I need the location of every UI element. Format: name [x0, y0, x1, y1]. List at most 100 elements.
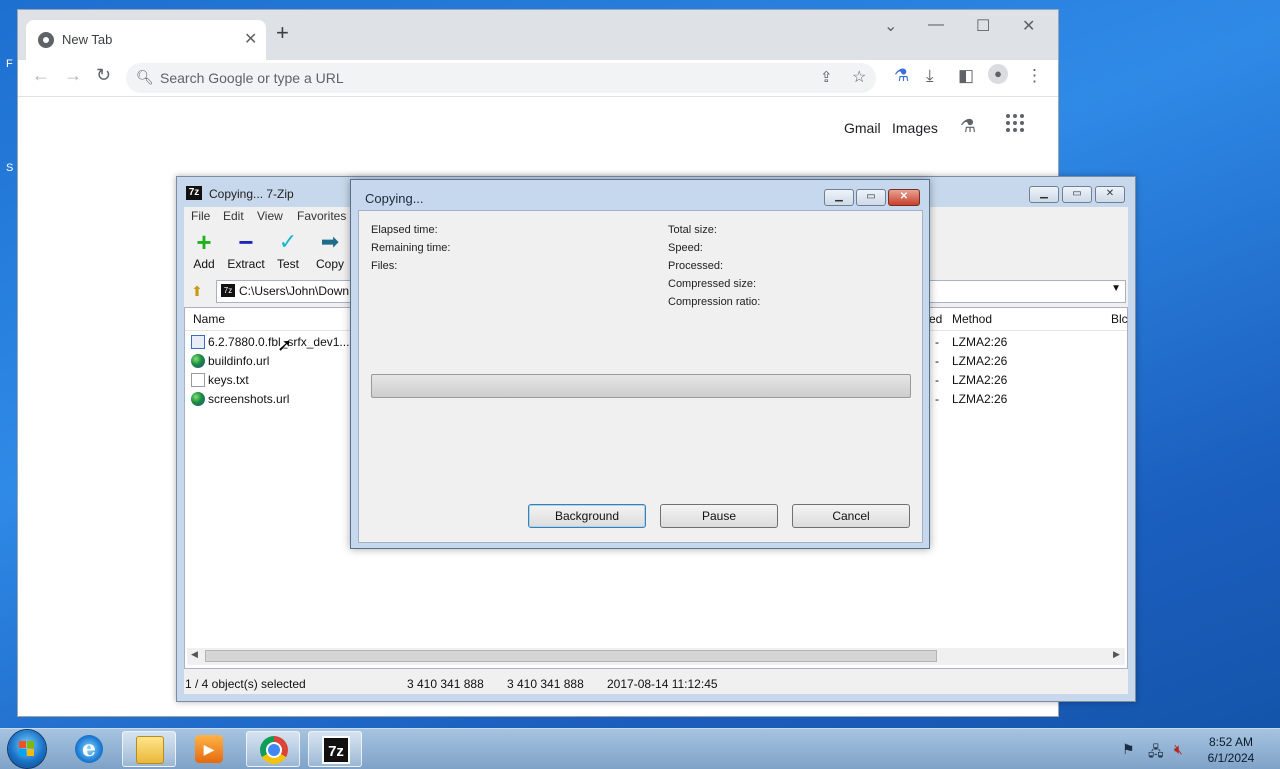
- close-icon[interactable]: ✕: [888, 189, 920, 206]
- omnibox[interactable]: 🔍︎ Search Google or type a URL ⇪ ☆: [126, 63, 876, 93]
- copying-dialog: Copying... ▁ ▭ ✕ Elapsed time: Remaining…: [350, 179, 930, 549]
- test-button[interactable]: ✓ Test: [266, 229, 310, 273]
- file-method: LZMA2:26: [952, 392, 1008, 406]
- sevenzip-title-icon: 7z: [186, 186, 202, 200]
- elapsed-time-label: Elapsed time:: [371, 224, 438, 236]
- gmail-link[interactable]: Gmail: [844, 120, 881, 136]
- file-dash: -: [935, 392, 939, 406]
- chevron-down-icon[interactable]: ▼: [1111, 283, 1121, 294]
- reload-icon[interactable]: ↻: [96, 65, 111, 86]
- binary-file-icon: [191, 335, 205, 349]
- clock-time: 8:52 AM: [1208, 735, 1254, 749]
- extract-label: Extract: [227, 257, 265, 271]
- copy-button[interactable]: ➡ Copy: [308, 229, 352, 273]
- file-dash: -: [935, 373, 939, 387]
- test-icon: ✓: [278, 229, 298, 254]
- volume-muted-icon[interactable]: 🔇︎: [1174, 741, 1183, 758]
- menu-view[interactable]: View: [257, 209, 283, 223]
- chrome-icon: [260, 736, 288, 764]
- files-label: Files:: [371, 260, 398, 272]
- search-tabs-icon[interactable]: ⌄: [884, 16, 897, 36]
- internet-explorer-icon: e: [75, 735, 103, 763]
- file-name: screenshots.url: [208, 392, 290, 406]
- speed-label: Speed:: [668, 242, 703, 254]
- forward-icon[interactable]: →: [64, 65, 82, 86]
- menu-kebab-icon[interactable]: ⋮: [1026, 66, 1043, 86]
- background-button[interactable]: Background: [528, 504, 646, 528]
- taskbar-7zip[interactable]: 7z: [308, 731, 362, 767]
- file-name: keys.txt: [208, 373, 249, 387]
- tab-strip: New Tab ✕ + ⌄ — ☐ ✕: [18, 10, 1058, 60]
- status-size: 3 410 341 888: [407, 677, 484, 691]
- back-icon[interactable]: ←: [32, 65, 50, 86]
- taskbar-media-player[interactable]: ▶: [182, 731, 236, 767]
- profile-avatar-icon[interactable]: ●: [988, 64, 1008, 84]
- maximize-icon[interactable]: ▭: [856, 189, 886, 206]
- text-file-icon: [191, 373, 205, 387]
- share-icon[interactable]: ⇪: [820, 68, 833, 86]
- labs-flask-icon[interactable]: ⚗: [894, 66, 909, 86]
- add-button[interactable]: + Add: [182, 229, 226, 273]
- file-explorer-icon: [136, 736, 164, 764]
- minimize-icon[interactable]: ▁: [824, 189, 854, 206]
- search-labs-icon[interactable]: ⚗: [960, 116, 976, 137]
- mouse-cursor-icon: ➚: [277, 335, 293, 355]
- chrome-tab-icon: [38, 32, 54, 48]
- scroll-left-icon[interactable]: ◀: [191, 649, 198, 660]
- desktop-edge-glyph: S: [6, 162, 14, 174]
- google-apps-icon[interactable]: [1006, 114, 1026, 134]
- minimize-icon[interactable]: —: [928, 16, 944, 34]
- remaining-time-label: Remaining time:: [371, 242, 451, 254]
- add-label: Add: [193, 257, 215, 271]
- tab-title: New Tab: [62, 32, 113, 47]
- new-tab-button[interactable]: +: [276, 22, 289, 44]
- archive-icon: 7z: [221, 284, 235, 297]
- close-window-icon[interactable]: ✕: [1022, 16, 1035, 36]
- test-label: Test: [276, 257, 299, 271]
- column-ed[interactable]: ed: [929, 312, 942, 326]
- clock-date: 6/1/2024: [1207, 751, 1255, 765]
- desktop-edge-glyph: F: [6, 58, 13, 70]
- extract-icon: −: [238, 227, 254, 257]
- search-icon: 🔍︎: [136, 69, 154, 85]
- column-block[interactable]: Blc: [1111, 312, 1128, 326]
- action-center-flag-icon[interactable]: ⚑: [1122, 741, 1135, 758]
- download-icon[interactable]: ⤓: [926, 66, 934, 86]
- pause-button[interactable]: Pause: [660, 504, 778, 528]
- start-button[interactable]: [8, 730, 46, 768]
- taskbar-internet-explorer[interactable]: e: [62, 731, 116, 767]
- images-link[interactable]: Images: [892, 120, 938, 136]
- dialog-title: Copying...: [365, 191, 424, 206]
- folder-up-icon[interactable]: ⬆: [187, 281, 207, 301]
- scroll-right-icon[interactable]: ▶: [1113, 649, 1120, 660]
- menu-favorites[interactable]: Favorites: [297, 209, 346, 223]
- scrollbar-thumb[interactable]: [205, 650, 937, 662]
- file-dash: -: [935, 354, 939, 368]
- extract-button[interactable]: − Extract: [224, 229, 268, 273]
- status-modified: 2017-08-14 11:12:45: [607, 677, 718, 691]
- column-method[interactable]: Method: [952, 312, 992, 326]
- taskbar-file-explorer[interactable]: [122, 731, 176, 767]
- tab-new-tab[interactable]: New Tab ✕: [26, 20, 266, 60]
- system-clock[interactable]: 8:52 AM 6/1/2024: [1198, 734, 1264, 766]
- close-icon[interactable]: ✕: [1095, 186, 1125, 203]
- maximize-icon[interactable]: ☐: [976, 16, 990, 36]
- minimize-icon[interactable]: ▁: [1029, 186, 1059, 203]
- cancel-button[interactable]: Cancel: [792, 504, 910, 528]
- add-icon: +: [196, 227, 212, 257]
- column-name[interactable]: Name: [193, 312, 225, 326]
- total-size-label: Total size:: [668, 224, 717, 236]
- bookmark-star-icon[interactable]: ☆: [852, 67, 866, 87]
- taskbar-chrome[interactable]: [246, 731, 300, 767]
- menu-file[interactable]: File: [191, 209, 210, 223]
- status-selected: 1 / 4 object(s) selected: [185, 677, 306, 691]
- menu-edit[interactable]: Edit: [223, 209, 244, 223]
- maximize-icon[interactable]: ▭: [1062, 186, 1092, 203]
- network-icon[interactable]: 🖧: [1148, 741, 1164, 765]
- tab-close-icon[interactable]: ✕: [244, 29, 257, 49]
- horizontal-scrollbar[interactable]: ◀ ▶: [187, 648, 1125, 665]
- copy-label: Copy: [315, 257, 344, 271]
- progress-bar: [371, 374, 911, 398]
- side-panel-icon[interactable]: ◧: [958, 66, 974, 86]
- browser-toolbar: ← → ↻ 🔍︎ Search Google or type a URL ⇪ ☆…: [18, 60, 1058, 97]
